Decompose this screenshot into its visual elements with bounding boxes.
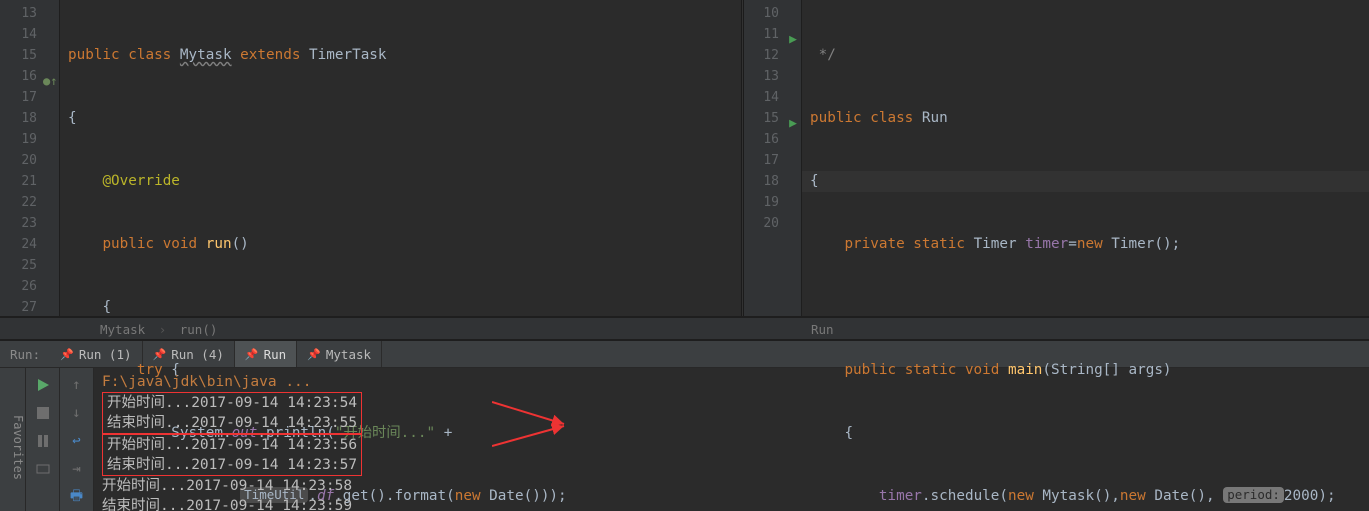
line-number: 20 [744,213,801,234]
console-line-cmd: F:\java\jdk\bin\java ... [102,372,1361,392]
gutter-left: 13 14 15 16 ●↑ 17 18 19 20 21 22 23 24 2… [0,0,60,316]
keyword: private static [844,236,965,252]
line-number: 12 [744,45,801,66]
rerun-icon[interactable] [34,376,52,394]
line-number: 19 [0,129,59,150]
line-number: 13 [0,3,59,24]
console-wrap: Favorites ↑ ↓ ↩ ⇥ 🖶 F:\java\jdk\bin\java… [0,368,1369,511]
type: Timer [974,236,1017,252]
line-number: 16 [744,129,801,150]
line-number: 23 [0,213,59,234]
method-name: run [206,236,232,252]
parens: () [232,236,249,252]
line-number: 21 [0,171,59,192]
line-number: 18 [0,108,59,129]
run-label: Run: [0,341,50,367]
console-line: 开始时间...2017-09-14 14:23:54 [107,395,357,411]
keyword: public void [102,236,197,252]
console-line: 开始时间...2017-09-14 14:23:56 [107,437,357,453]
editor-left[interactable]: 13 14 15 16 ●↑ 17 18 19 20 21 22 23 24 2… [0,0,741,316]
line-number: 18 [744,171,801,192]
empty-line [802,297,1369,318]
superclass: TimerTask [309,47,386,63]
operator: = [1068,236,1077,252]
ctor: Timer(); [1103,236,1180,252]
console-line: 结束时间...2017-09-14 14:23:59 [102,496,1361,511]
brace: { [810,173,819,189]
line-number: 26 [0,276,59,297]
pause-icon[interactable] [34,432,52,450]
editor-right[interactable]: 10 11 ▶ 12 13 14 15 ▶ 16 17 18 19 20 */ … [744,0,1369,316]
comment: */ [819,47,836,63]
keyword: public class [68,47,171,63]
class-name: Mytask [180,47,232,63]
line-number: 15 [0,45,59,66]
line-number: 16 ●↑ [0,66,59,87]
line-number: 27 [0,297,59,318]
line-number: 22 [0,192,59,213]
field: timer [1025,236,1068,252]
line-number: 14 [0,24,59,45]
code-left[interactable]: public class Mytask extends TimerTask { … [60,0,741,316]
favorites-stripe[interactable]: Favorites [0,368,26,511]
keyword: new [1077,236,1103,252]
dump-threads-icon[interactable] [34,460,52,478]
class-name: Run [922,110,948,126]
line-number: 17 [744,150,801,171]
run-controls [26,368,60,511]
line-number: 15 ▶ [744,108,801,129]
console-line: 结束时间...2017-09-14 14:23:55 [107,415,357,431]
favorites-label: Favorites [11,415,25,480]
editors-split: 13 14 15 16 ●↑ 17 18 19 20 21 22 23 24 2… [0,0,1369,317]
line-number: 19 [744,192,801,213]
console-output[interactable]: F:\java\jdk\bin\java ... 开始时间...2017-09-… [94,368,1369,511]
line-number: 17 [0,87,59,108]
console-line: 开始时间...2017-09-14 14:23:58 [102,476,1361,496]
line-number: 10 [744,3,801,24]
line-number: 24 [0,234,59,255]
line-number: 14 [744,87,801,108]
keyword: extends [240,47,300,63]
highlight-box: 开始时间...2017-09-14 14:23:56 结束时间...2017-09… [102,434,362,476]
stop-icon[interactable] [34,404,52,422]
brace: { [68,110,77,126]
line-number: 13 [744,66,801,87]
annotation: @Override [102,173,179,189]
gutter-right: 10 11 ▶ 12 13 14 15 ▶ 16 17 18 19 20 [744,0,802,316]
brace: { [102,299,111,315]
line-number: 25 [0,255,59,276]
run-gutter-icon[interactable]: ▶ [785,29,797,41]
line-number: 11 ▶ [744,24,801,45]
highlight-box: 开始时间...2017-09-14 14:23:54 结束时间...2017-09… [102,392,362,434]
code-right[interactable]: */ public class Run { private static Tim… [802,0,1369,316]
keyword: public class [810,110,913,126]
run-gutter-icon[interactable]: ▶ [785,113,797,125]
override-icon[interactable]: ●↑ [43,71,55,83]
console-line: 结束时间...2017-09-14 14:23:57 [107,457,357,473]
line-number: 20 [0,150,59,171]
